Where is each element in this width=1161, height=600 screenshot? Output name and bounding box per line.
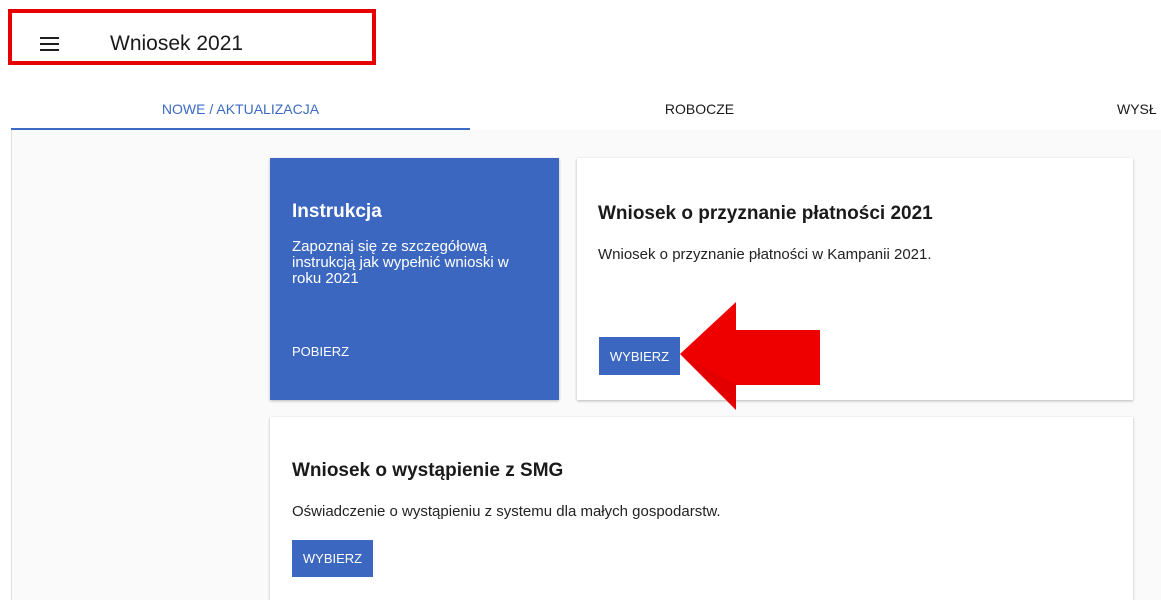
smg-card-text: Oświadczenie o wystąpieniu z systemu dla…: [292, 503, 721, 520]
instructions-card: Instrukcja Zapoznaj się ze szczegółową i…: [270, 158, 559, 400]
download-instructions-button[interactable]: POBIERZ: [292, 344, 349, 359]
hamburger-menu-icon[interactable]: [40, 37, 59, 51]
tab-wyslane[interactable]: WYSŁ: [1117, 90, 1161, 128]
app-window: Wniosek 2021 NOWE / AKTUALIZACJA ROBOCZE…: [0, 0, 1161, 600]
payment-card-text: Wniosek o przyznanie płatności w Kampani…: [598, 246, 932, 263]
payment-application-card: Wniosek o przyznanie płatności 2021 Wnio…: [577, 158, 1133, 400]
instructions-card-text: Zapoznaj się ze szczegółową instrukcją j…: [292, 238, 509, 287]
tab-nowe-aktualizacja[interactable]: NOWE / AKTUALIZACJA: [11, 90, 470, 128]
top-bar: Wniosek 2021: [0, 0, 1161, 90]
tab-robocze[interactable]: ROBOCZE: [470, 90, 929, 128]
smg-card-title: Wniosek o wystąpienie z SMG: [292, 460, 564, 481]
instructions-card-title: Instrukcja: [292, 201, 382, 222]
main-content: Instrukcja Zapoznaj się ze szczegółową i…: [11, 130, 1161, 600]
page-title: Wniosek 2021: [110, 32, 244, 55]
tab-bar: NOWE / AKTUALIZACJA ROBOCZE WYSŁ: [11, 90, 1161, 130]
select-payment-application-button[interactable]: WYBIERZ: [599, 337, 680, 375]
select-smg-application-button[interactable]: WYBIERZ: [292, 540, 373, 577]
smg-withdrawal-card: Wniosek o wystąpienie z SMG Oświadczenie…: [270, 417, 1133, 600]
payment-card-title: Wniosek o przyznanie płatności 2021: [598, 203, 933, 224]
